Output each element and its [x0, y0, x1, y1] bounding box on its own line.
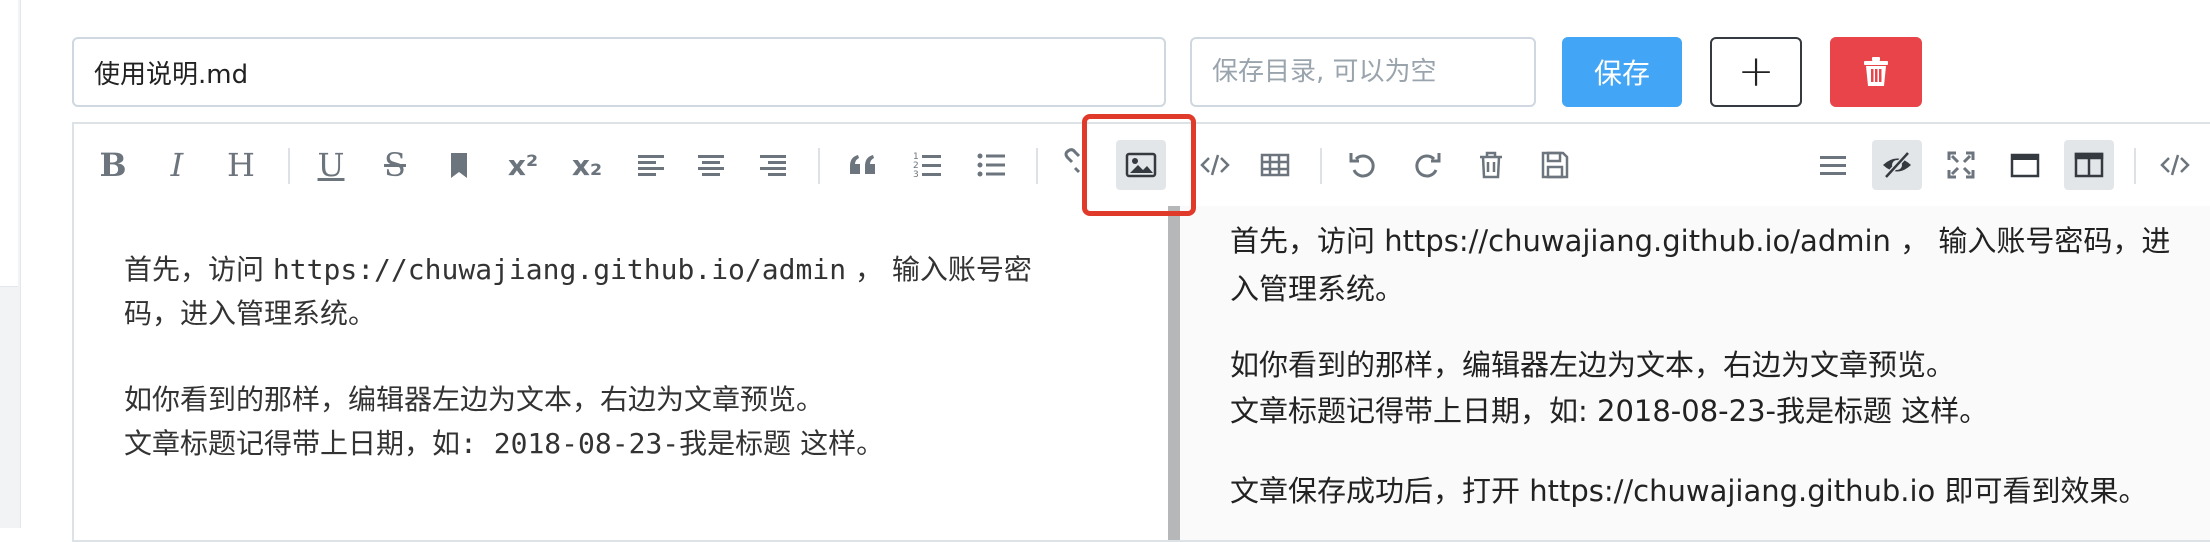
superscript-icon: x² — [507, 148, 539, 182]
code-button[interactable] — [1190, 140, 1240, 190]
source-line-3: 如你看到的那样，编辑器左边为文本，右边为文章预览。 — [124, 383, 825, 416]
save-icon — [1541, 151, 1569, 179]
link-button[interactable] — [1052, 140, 1102, 190]
split-view-icon — [2074, 152, 2104, 178]
add-button[interactable]: + — [1710, 37, 1802, 107]
underline-button[interactable]: U — [306, 140, 356, 190]
heading-button[interactable]: H — [216, 140, 266, 190]
unordered-list-button[interactable] — [966, 140, 1016, 190]
strikethrough-button[interactable]: S — [370, 140, 420, 190]
align-center-button[interactable] — [686, 140, 736, 190]
window-icon — [2010, 153, 2040, 178]
preview-paragraph-3-line-1: 文章保存成功后，打开 https://chuwajiang.github.io … — [1230, 474, 2148, 508]
window-button[interactable] — [2000, 140, 2050, 190]
source-line-2: 码，进入管理系统。 — [124, 297, 377, 330]
html-code-button[interactable] — [2150, 140, 2200, 190]
source-line-4: 文章标题记得带上日期，如: 2018-08-23-我是标题 这样。 — [124, 427, 885, 460]
code-icon — [1200, 154, 1230, 176]
preview-paragraph-2-line-2: 文章标题记得带上日期，如: 2018-08-23-我是标题 这样。 — [1230, 394, 1989, 428]
fullscreen-button[interactable] — [1936, 140, 1986, 190]
preview-paragraph-1-line-2: 入管理系统。 — [1230, 272, 1405, 306]
subscript-icon: x₂ — [571, 148, 603, 182]
preview-pane: 首先，访问 https://chuwajiang.github.io/admin… — [1180, 206, 2210, 540]
source-line-1: 首先，访问 https://chuwajiang.github.io/admin… — [124, 253, 1032, 286]
preview-paragraph-1-line-1: 首先，访问 https://chuwajiang.github.io/admin… — [1230, 224, 2171, 258]
bold-icon: B — [99, 146, 127, 184]
preview-toggle-icon — [1883, 151, 1911, 179]
preview-paragraph-2-line-1: 如你看到的那样，编辑器左边为文本，右边为文章预览。 — [1230, 348, 1956, 382]
redo-button[interactable] — [1402, 140, 1452, 190]
align-left-icon — [638, 155, 664, 176]
toolbar-separator — [1036, 148, 1038, 184]
align-right-icon — [760, 155, 786, 176]
svg-text:3: 3 — [913, 170, 919, 180]
align-center-icon — [698, 155, 724, 176]
trash-icon — [1864, 57, 1888, 86]
align-right-button[interactable] — [748, 140, 798, 190]
bookmark-icon — [451, 153, 467, 178]
markdown-editor: B I H U S x² x₂ 123 首先，访问 https://chuwaj… — [72, 122, 2210, 542]
menu-icon — [1820, 156, 1846, 175]
split-view-button[interactable] — [2064, 140, 2114, 190]
ordered-list-icon: 123 — [913, 152, 941, 180]
clear-button[interactable] — [1466, 140, 1516, 190]
image-icon — [1125, 152, 1157, 178]
save-button-label: 保存 — [1593, 57, 1650, 90]
fullscreen-icon — [1947, 151, 1975, 179]
save-button[interactable]: 保存 — [1562, 37, 1682, 107]
title-input[interactable] — [72, 37, 1166, 107]
trash-icon — [1480, 151, 1502, 179]
undo-icon — [1349, 153, 1375, 178]
image-button[interactable] — [1116, 140, 1166, 190]
bookmark-button[interactable] — [434, 140, 484, 190]
undo-button[interactable] — [1338, 140, 1388, 190]
superscript-button[interactable]: x² — [498, 140, 548, 190]
html-code-icon — [2160, 154, 2190, 176]
italic-icon: I — [170, 146, 184, 184]
link-icon — [1064, 148, 1081, 174]
toolbar-separator — [818, 148, 820, 184]
quote-button[interactable] — [838, 140, 888, 190]
preview-toggle-button[interactable] — [1872, 140, 1922, 190]
toolbar-separator — [1320, 148, 1322, 184]
align-left-button[interactable] — [626, 140, 676, 190]
toc-button[interactable] — [1808, 140, 1858, 190]
table-button[interactable] — [1250, 140, 1300, 190]
quote-icon — [850, 155, 875, 174]
delete-button[interactable] — [1830, 37, 1922, 107]
toolbar-separator — [2134, 148, 2136, 184]
editor-toolbar: B I H U S x² x₂ 123 — [74, 124, 2210, 208]
left-rail-panel — [0, 0, 18, 287]
heading-icon: H — [227, 146, 255, 184]
subscript-button[interactable]: x₂ — [562, 140, 612, 190]
left-rail — [0, 0, 21, 528]
save-directory-input[interactable] — [1190, 37, 1536, 107]
toolbar-separator — [288, 148, 290, 184]
bold-button[interactable]: B — [88, 140, 138, 190]
underline-icon: U — [317, 146, 345, 184]
table-icon — [1260, 153, 1290, 177]
unordered-list-icon — [977, 153, 1005, 177]
strikethrough-icon: S — [384, 146, 406, 184]
redo-icon — [1415, 153, 1441, 178]
save-draft-button[interactable] — [1530, 140, 1580, 190]
pane-splitter[interactable] — [1168, 206, 1180, 540]
markdown-source-pane[interactable]: 首先，访问 https://chuwajiang.github.io/admin… — [74, 206, 1168, 540]
plus-icon: + — [1737, 46, 1775, 97]
italic-button[interactable]: I — [152, 140, 202, 190]
ordered-list-button[interactable]: 123 — [902, 140, 952, 190]
